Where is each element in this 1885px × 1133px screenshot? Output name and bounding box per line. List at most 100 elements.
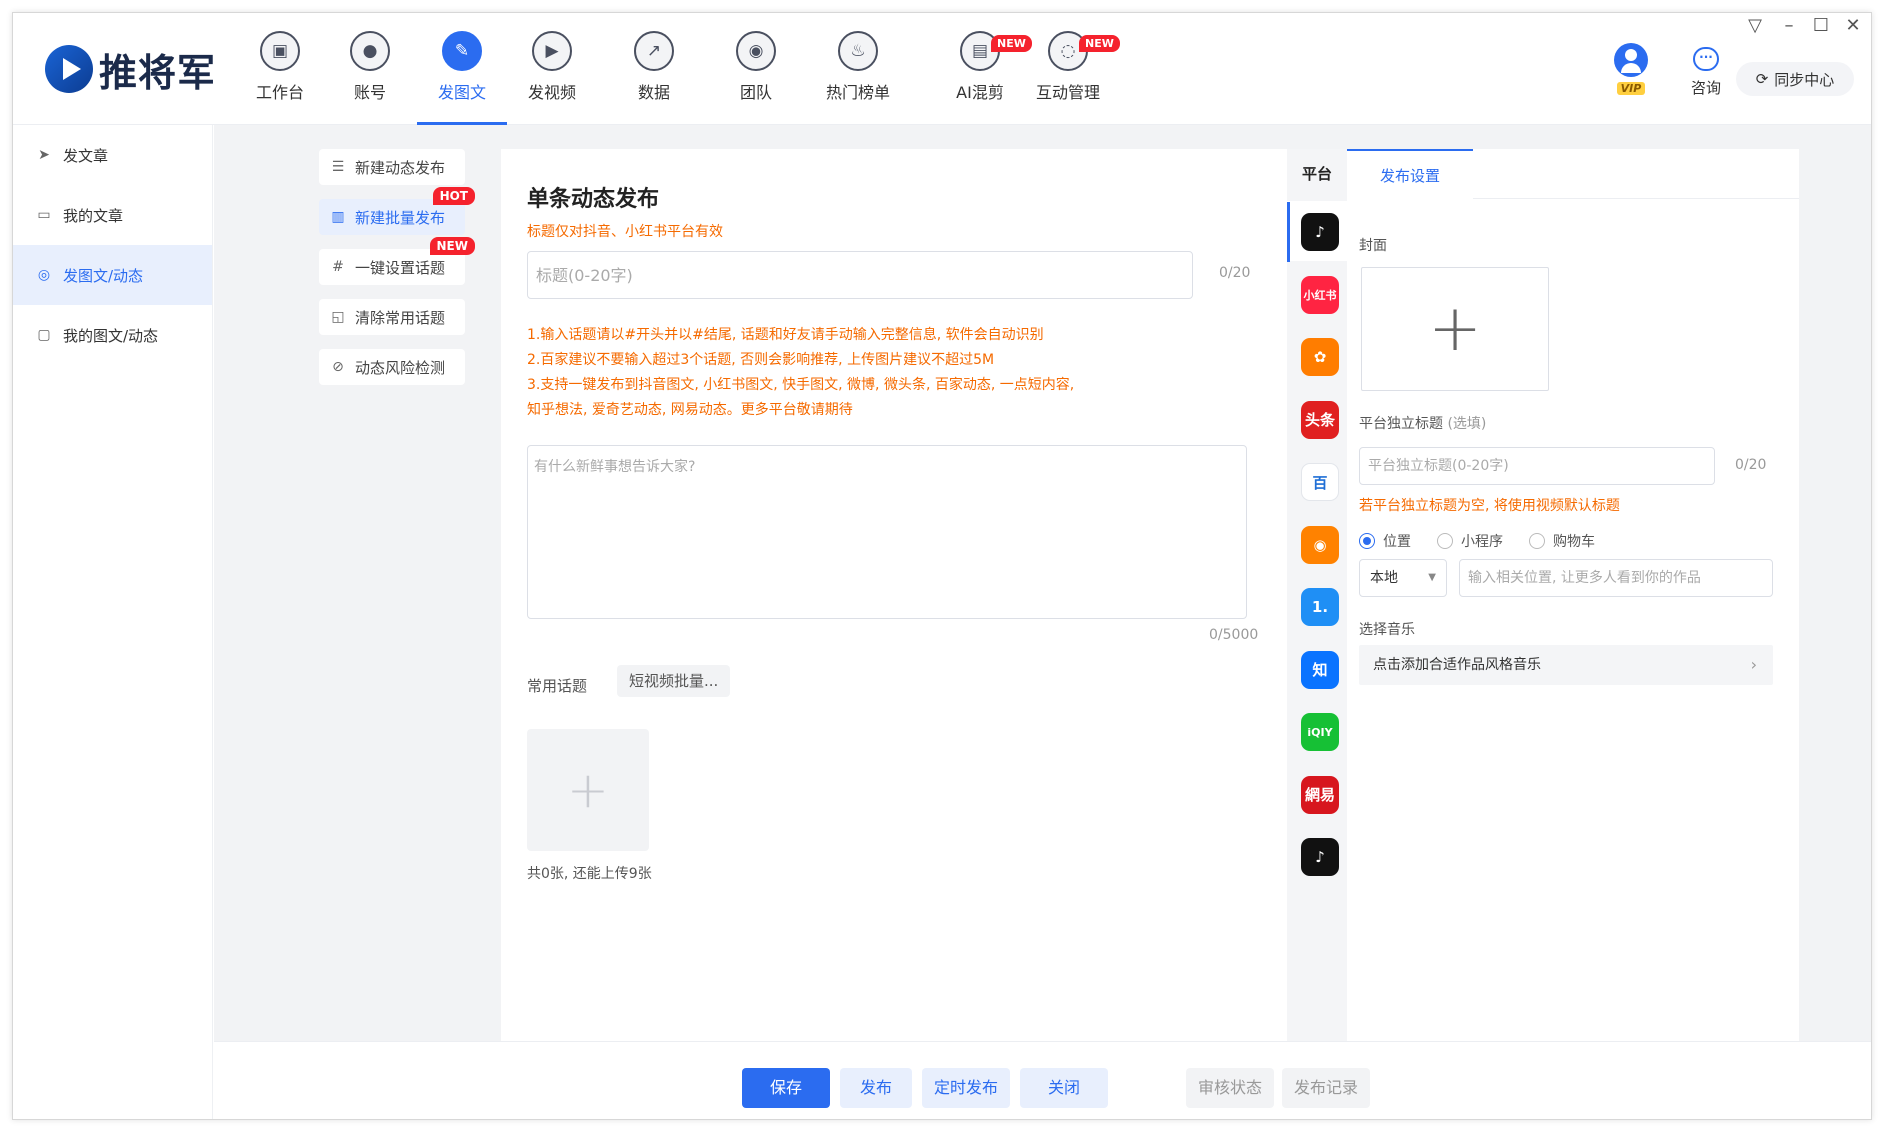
app-name: 推将军: [99, 50, 217, 95]
hash-icon: #: [332, 259, 344, 275]
sidebar-item-1[interactable]: ▭ 我的文章: [13, 185, 212, 245]
nav-item-7[interactable]: ▤ AI混剪 NEW: [935, 31, 1032, 115]
platform-glyph: 百: [1312, 473, 1328, 492]
monitor-icon: ▣: [260, 31, 300, 71]
title-hint: 标题仅对抖音、小红书平台有效: [527, 224, 723, 240]
radio-dot: [1359, 533, 1375, 549]
radio-mini-program[interactable]: 小程序: [1437, 531, 1503, 551]
caret-down-icon: ▼: [1428, 572, 1436, 583]
tool-button-1[interactable]: ▥ 新建批量发布 HOT: [319, 187, 475, 235]
sidebar-item-label: 我的图文/动态: [63, 326, 159, 345]
tool-button-0[interactable]: ☰ 新建动态发布: [319, 149, 465, 185]
tool-tag-badge: NEW: [429, 237, 475, 255]
douyin-alt-icon[interactable]: ♪: [1301, 838, 1339, 876]
radio-shopping-cart[interactable]: 购物车: [1529, 531, 1595, 551]
optional-text: (选填): [1447, 416, 1487, 432]
scheduled-publish-button[interactable]: 定时发布: [922, 1068, 1010, 1108]
note-line: 3.支持一键发布到抖音图文, 小红书图文, 快手图文, 微博, 微头条, 百家动…: [527, 377, 1075, 393]
nav-item-1[interactable]: ● 账号: [325, 31, 415, 115]
nav-label: 发图文: [437, 83, 486, 102]
close-window-icon[interactable]: ✕: [1839, 15, 1867, 37]
sync-center-button[interactable]: ⟳ 同步中心: [1736, 62, 1854, 96]
fire-icon: ♨: [838, 31, 878, 71]
nav-item-8[interactable]: ◌ 互动管理 NEW: [1023, 31, 1120, 115]
tool-button-3[interactable]: ◱ 清除常用话题: [319, 299, 465, 335]
sidebar-item-2[interactable]: ◎ 发图文/动态: [13, 245, 212, 305]
topic-chip[interactable]: 短视频批量...: [617, 665, 731, 697]
note-line: 1.输入话题请以#开头并以#结尾, 话题和好友请手动输入完整信息, 软件会自动识…: [527, 327, 1044, 343]
content-textarea[interactable]: [527, 445, 1247, 619]
note-line: 知乎想法, 爱奇艺动态, 网易动态。更多平台敬请期待: [527, 402, 853, 418]
title-input[interactable]: [527, 251, 1193, 299]
review-status-button[interactable]: 审核状态: [1186, 1068, 1274, 1108]
sync-center-label: 同步中心: [1774, 70, 1835, 89]
plus-icon: +: [567, 761, 609, 819]
publish-settings-panel: 发布设置 封面 + 平台独立标题 (选填) 0/20 若平台独立标题为空, 将使…: [1347, 149, 1799, 1041]
nav-label: 热门榜单: [825, 83, 890, 102]
list-icon: ☰: [331, 159, 345, 175]
weibo-icon[interactable]: ◉: [1301, 525, 1339, 564]
send-icon: ➤: [38, 147, 50, 163]
nav-label: AI混剪: [956, 83, 1004, 102]
user-icon: ●: [350, 31, 390, 71]
nav-item-5[interactable]: ◉ 团队: [711, 31, 801, 115]
add-music-button[interactable]: 点击添加合适作品风格音乐 ›: [1359, 645, 1773, 685]
baijia-icon[interactable]: 百: [1301, 463, 1339, 501]
tool-label: 动态风险检测: [355, 358, 446, 377]
nav-item-2[interactable]: ✎ 发图文: [417, 31, 507, 125]
tab-publish-settings[interactable]: 发布设置: [1347, 149, 1473, 199]
nav-item-0[interactable]: ▣ 工作台: [235, 31, 325, 115]
location-scope-select[interactable]: 本地 ▼: [1359, 559, 1447, 597]
top-navigation: 推将军 VIP ··· 咨询 ⟳ 同步中心 ▽ – ☐ ✕ ▣ 工作台 ● 账号 ✎ 发图…: [13, 13, 1871, 125]
select-value: 本地: [1370, 570, 1398, 586]
radio-label: 购物车: [1553, 534, 1595, 550]
netease-icon[interactable]: 網易: [1301, 775, 1339, 814]
kuaishou-icon[interactable]: ✿: [1301, 338, 1339, 376]
document-icon: ▭: [37, 207, 51, 223]
platform-list: 平台 ♪ 小红书 ✿ 头条百 ◉ 1. 知 iQIY 網易 ♪: [1287, 149, 1347, 1041]
sidebar-item-0[interactable]: ➤ 发文章: [13, 125, 212, 185]
platform-glyph: 头条: [1304, 411, 1335, 429]
sidebar-item-label: 发文章: [63, 146, 109, 165]
tool-label: 新建批量发布: [355, 208, 446, 227]
minimize-icon[interactable]: –: [1775, 15, 1803, 37]
cover-upload-button[interactable]: +: [1361, 267, 1549, 391]
window-menu-icon[interactable]: ▽: [1741, 15, 1769, 37]
tool-button-2[interactable]: # 一键设置话题 NEW: [319, 237, 475, 285]
zhihu-icon[interactable]: 知: [1301, 650, 1339, 689]
tool-label: 清除常用话题: [355, 308, 446, 327]
platform-glyph: 1.: [1311, 598, 1329, 616]
upload-count: 共0张, 还能上传9张: [527, 866, 652, 882]
tool-tag-badge: HOT: [432, 187, 475, 205]
platform-title-label: 平台独立标题 (选填): [1359, 413, 1486, 433]
toutiao-icon[interactable]: 头条: [1301, 400, 1339, 439]
user-avatar[interactable]: VIP: [1611, 43, 1651, 99]
nav-item-6[interactable]: ♨ 热门榜单: [813, 31, 903, 115]
sidebar-item-3[interactable]: ▢ 我的图文/动态: [13, 305, 212, 365]
consult-button[interactable]: ··· 咨询: [1681, 43, 1731, 98]
content-counter: 0/5000: [1209, 627, 1259, 643]
tool-button-4[interactable]: ⊘ 动态风险检测: [319, 349, 465, 385]
radio-dot: [1437, 533, 1453, 549]
maximize-icon[interactable]: ☐: [1807, 15, 1835, 37]
close-button[interactable]: 关闭: [1020, 1068, 1108, 1108]
consult-chat-icon: ···: [1693, 47, 1719, 71]
avatar-icon: [1614, 43, 1648, 77]
xiaohongshu-icon[interactable]: 小红书: [1301, 275, 1339, 314]
nav-item-3[interactable]: ▶ 发视频: [507, 31, 597, 115]
iqiyi-icon[interactable]: iQIY: [1301, 713, 1339, 751]
save-button[interactable]: 保存: [742, 1068, 830, 1108]
nav-item-4[interactable]: ↗ 数据: [609, 31, 699, 115]
radio-location[interactable]: 位置: [1359, 531, 1411, 551]
bottom-action-bar: 保存 发布 定时发布 关闭 审核状态 发布记录: [214, 1041, 1871, 1119]
publish-button[interactable]: 发布: [840, 1068, 912, 1108]
consult-label: 咨询: [1690, 79, 1721, 97]
note-line: 2.百家建议不要输入超过3个话题, 否则会影响推荐, 上传图片建议不超过5M: [527, 352, 995, 368]
douyin-icon[interactable]: ♪: [1287, 202, 1339, 262]
yidian-icon[interactable]: 1.: [1301, 588, 1339, 626]
location-input[interactable]: [1459, 559, 1773, 597]
image-upload-button[interactable]: +: [527, 729, 649, 851]
publish-log-button[interactable]: 发布记录: [1282, 1068, 1370, 1108]
platform-glyph: ♪: [1315, 223, 1325, 241]
platform-title-input[interactable]: [1359, 447, 1715, 485]
